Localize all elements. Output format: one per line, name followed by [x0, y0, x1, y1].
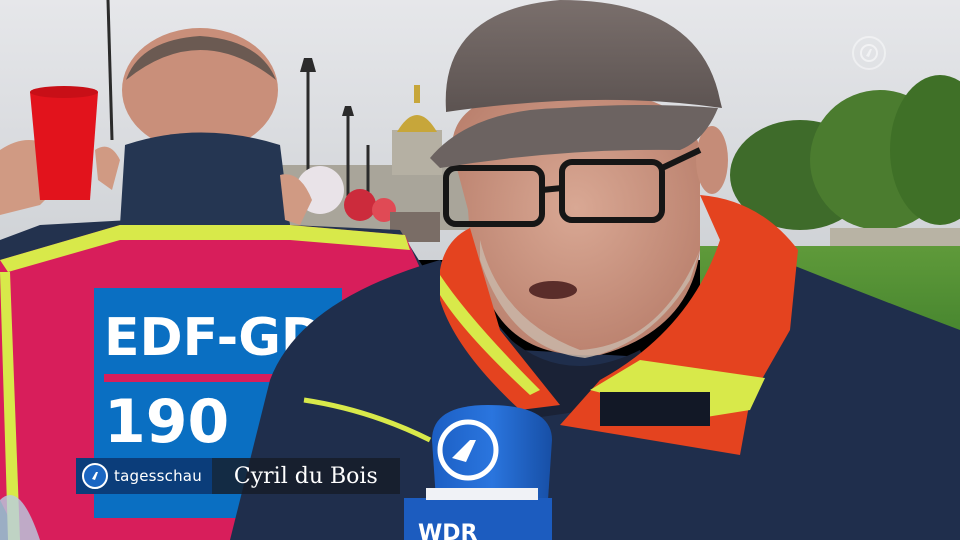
name-caption-box: Cyril du Bois: [211, 458, 400, 494]
person-name: Cyril du Bois: [233, 463, 378, 489]
lower-third-caption: tagesschau Cyril du Bois: [76, 458, 400, 494]
red-cup: [30, 92, 98, 200]
video-frame: EDF-GDF 190 WDR tagesschau Cyril du Bois: [0, 0, 960, 540]
mic-flag-label: WDR: [418, 521, 478, 540]
das-erste-logo-icon: [82, 463, 108, 489]
vest-text-line2: 190: [104, 387, 229, 457]
tagesschau-brand: tagesschau: [76, 458, 212, 494]
das-erste-logo-icon: [852, 36, 886, 70]
brand-label: tagesschau: [114, 467, 202, 485]
